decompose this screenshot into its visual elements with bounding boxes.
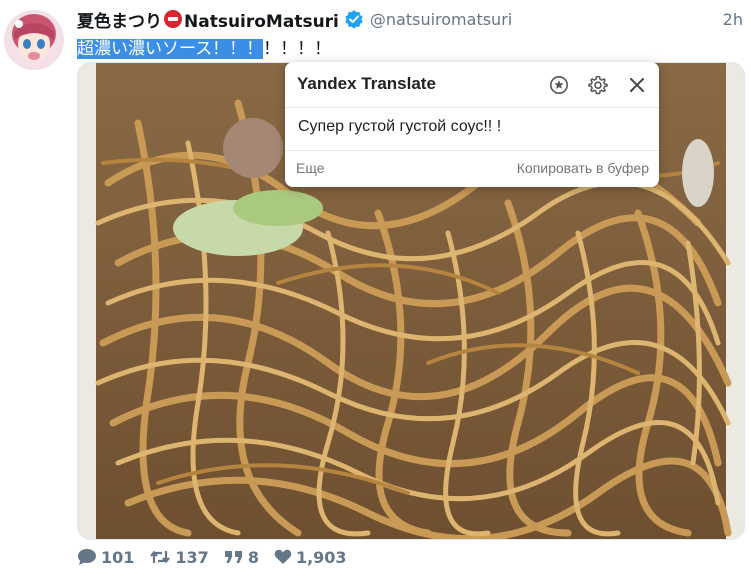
heart-icon — [274, 549, 292, 564]
selected-text: 超濃い濃いソース！！！ — [77, 39, 264, 59]
translate-popup: Yandex Translate Супер густой густой соу… — [285, 62, 659, 187]
gear-icon[interactable] — [586, 73, 610, 97]
user-handle[interactable]: @natsuiromatsuri — [370, 10, 512, 29]
translation-text: Супер густой густой соус!! ! — [298, 118, 502, 135]
popup-title: Yandex Translate — [297, 74, 436, 93]
reply-icon — [78, 549, 96, 565]
star-icon[interactable] — [547, 73, 571, 97]
tweet-timestamp[interactable]: 2h — [723, 10, 743, 29]
like-button[interactable]: 1,903 — [274, 548, 347, 567]
display-name-jp[interactable]: 夏色まつり — [77, 12, 162, 32]
quote-icon — [224, 551, 242, 563]
unselected-text: ！！！！ — [263, 39, 332, 59]
display-name[interactable]: 夏色まつり NatsuiroMatsuri — [77, 7, 339, 32]
more-link[interactable]: Еще — [296, 160, 325, 176]
copy-to-clipboard-link[interactable]: Копировать в буфер — [517, 160, 649, 176]
popup-footer: Еще Копировать в буфер — [285, 150, 659, 188]
verified-badge-icon — [344, 9, 364, 29]
popup-header: Yandex Translate — [285, 62, 659, 108]
quote-button[interactable]: 8 — [224, 548, 259, 567]
tweet-header: 夏色まつり NatsuiroMatsuri @natsuiromatsuri 2h — [77, 6, 743, 32]
avatar[interactable] — [4, 10, 64, 70]
display-name-en[interactable]: NatsuiroMatsuri — [184, 12, 339, 32]
tweet-text: 超濃い濃いソース！！！！！！！ — [77, 34, 331, 59]
reply-count: 101 — [101, 547, 135, 567]
reply-button[interactable]: 101 — [77, 548, 134, 567]
red-circle-emoji — [164, 9, 182, 28]
close-icon[interactable] — [625, 73, 649, 97]
retweet-button[interactable]: 137 — [149, 547, 209, 567]
quote-count: 8 — [247, 547, 259, 567]
like-count: 1,903 — [295, 547, 347, 567]
retweet-icon — [150, 550, 171, 564]
tweet-actions: 101 137 8 1,903 — [77, 546, 362, 568]
retweet-count: 137 — [175, 547, 209, 567]
